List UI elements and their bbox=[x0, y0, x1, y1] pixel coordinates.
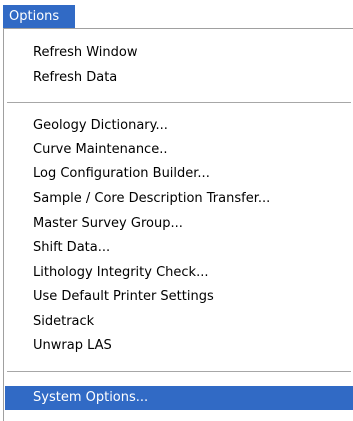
menu-item-shift-data[interactable]: Shift Data... bbox=[5, 236, 353, 260]
menu-item-curve-maintenance[interactable]: Curve Maintenance.. bbox=[5, 138, 353, 162]
menu-item-sidetrack[interactable]: Sidetrack bbox=[5, 310, 353, 334]
menu-item-sample-core-description-transfer[interactable]: Sample / Core Description Transfer... bbox=[5, 187, 353, 211]
menu-item-refresh-data[interactable]: Refresh Data bbox=[5, 66, 353, 90]
menu-item-lithology-integrity-check[interactable]: Lithology Integrity Check... bbox=[5, 261, 353, 285]
menu-item-log-configuration-builder[interactable]: Log Configuration Builder... bbox=[5, 162, 353, 186]
menu-separator bbox=[7, 371, 351, 373]
menu-options-title[interactable]: Options bbox=[3, 5, 75, 28]
menu-item-system-options[interactable]: System Options... bbox=[5, 386, 353, 410]
menu-separator bbox=[7, 102, 351, 104]
menu-item-use-default-printer-settings[interactable]: Use Default Printer Settings bbox=[5, 285, 353, 309]
menu-item-unwrap-las[interactable]: Unwrap LAS bbox=[5, 334, 353, 358]
menu-item-refresh-window[interactable]: Refresh Window bbox=[5, 41, 353, 65]
menu-item-master-survey-group[interactable]: Master Survey Group... bbox=[5, 212, 353, 236]
options-dropdown-menu: Refresh Window Refresh Data Geology Dict… bbox=[3, 28, 353, 421]
menu-bar: Options bbox=[0, 0, 353, 29]
menu-item-geology-dictionary[interactable]: Geology Dictionary... bbox=[5, 114, 353, 138]
